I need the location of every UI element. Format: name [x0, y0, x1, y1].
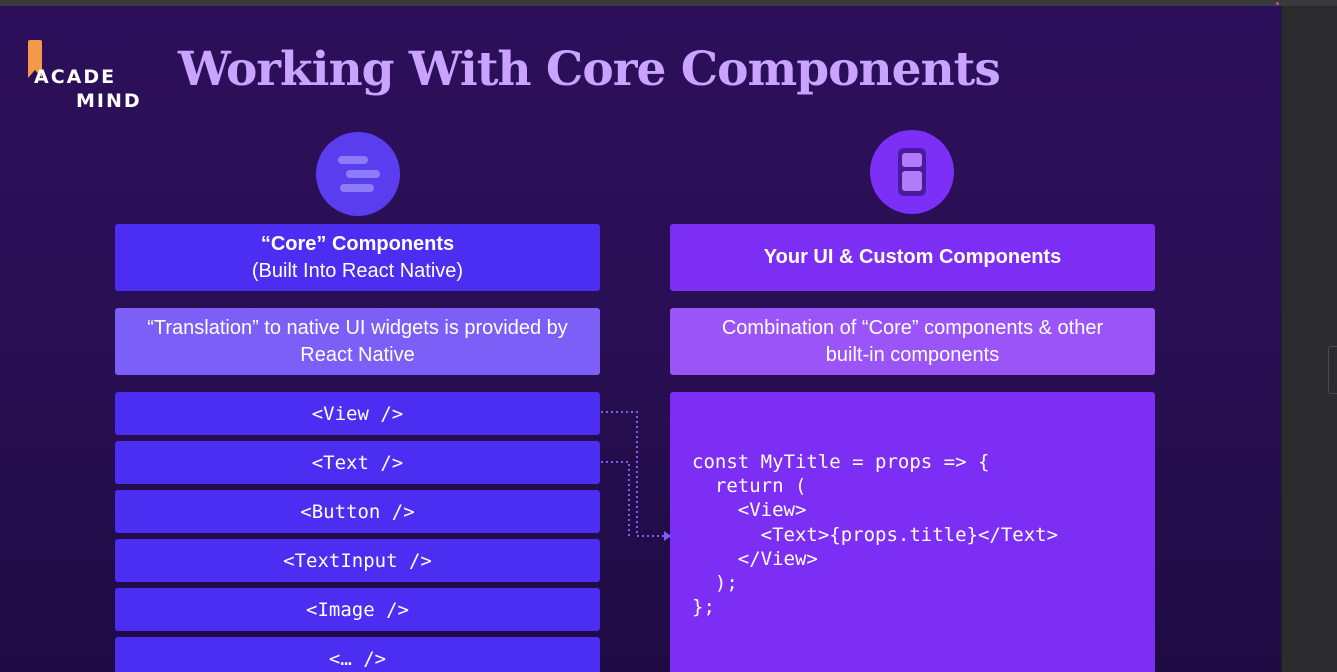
arrow-head-icon: [664, 531, 671, 541]
slide: ACADE MIND Working With Core Components …: [0, 6, 1281, 672]
indicator-dot: [1276, 2, 1279, 5]
dotted-connector-arrows: [601, 411, 671, 541]
side-panel: [1281, 6, 1337, 672]
panel-handle[interactable]: [1328, 346, 1337, 394]
